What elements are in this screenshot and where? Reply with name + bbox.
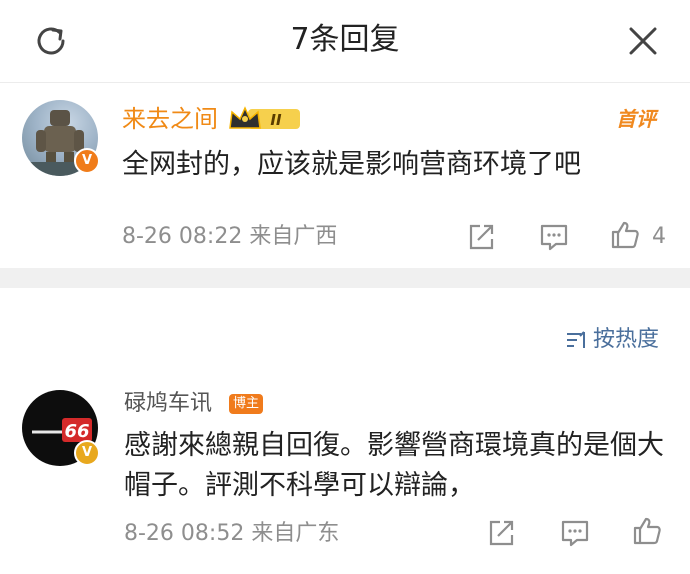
page-title: 7条回复 — [290, 22, 400, 57]
header-bar: 7条回复 — [0, 0, 690, 83]
comment-text: 感謝來總親自回復。影響營商環境真的是個大帽子。評測不科學可以辯論， — [124, 430, 664, 501]
location: 来自广东 — [251, 521, 340, 546]
like-count: 4 — [652, 224, 666, 249]
location: 来自广西 — [249, 224, 338, 249]
username[interactable]: 来去之间 — [122, 104, 218, 134]
comment-meta: 8-26 08:52 来自广东 — [124, 520, 339, 548]
like-icon[interactable] — [610, 220, 640, 250]
sort-label: 按热度 — [593, 327, 660, 352]
like-icon[interactable] — [632, 516, 662, 546]
level-badge-text: II — [270, 111, 282, 129]
username[interactable]: 碌鸠车讯 — [124, 389, 212, 419]
role-badge: 博主 — [229, 394, 264, 414]
share-icon[interactable] — [466, 222, 496, 252]
verified-badge-icon: V — [74, 148, 100, 174]
section-divider — [0, 268, 690, 288]
close-icon[interactable] — [626, 24, 660, 58]
first-comment-tag: 首评 — [616, 107, 656, 131]
comment-icon[interactable] — [539, 222, 569, 252]
share-icon[interactable] — [486, 518, 516, 548]
timestamp: 8-26 08:22 — [122, 224, 243, 249]
avatar-text: 66 — [64, 421, 89, 442]
comment-text: 全网封的，应该就是影响营商环境了吧 — [122, 149, 581, 180]
sort-button[interactable]: 按热度 — [565, 325, 659, 355]
comment-icon[interactable] — [560, 518, 590, 548]
verified-badge-icon: V — [74, 440, 100, 466]
crown-icon: II — [229, 106, 300, 129]
comment-meta: 8-26 08:22 来自广西 — [122, 223, 337, 251]
sort-icon — [567, 331, 585, 348]
timestamp: 8-26 08:52 — [124, 521, 245, 546]
